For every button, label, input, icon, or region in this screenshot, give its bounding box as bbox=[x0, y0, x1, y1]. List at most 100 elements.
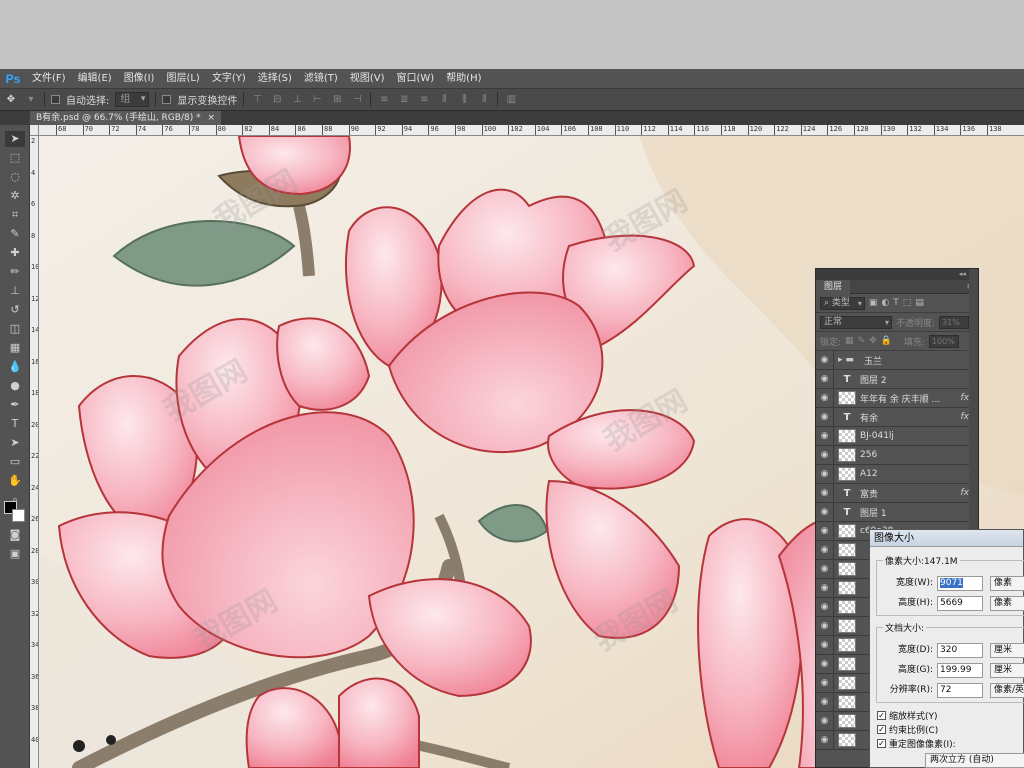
menu-item[interactable]: 视图(V) bbox=[344, 69, 391, 88]
menu-item[interactable]: 滤镜(T) bbox=[298, 69, 344, 88]
menu-item[interactable]: 图层(L) bbox=[160, 69, 205, 88]
opacity-input[interactable]: 31% bbox=[939, 315, 970, 329]
align-top-icon[interactable]: ⊤ bbox=[250, 93, 264, 107]
fill-input[interactable]: 100% bbox=[928, 334, 959, 348]
align-right-icon[interactable]: ⊣ bbox=[350, 93, 364, 107]
scale-styles-checkbox[interactable]: ✓ bbox=[877, 711, 886, 720]
visibility-eye-icon[interactable]: ◉ bbox=[816, 388, 834, 408]
close-tab-icon[interactable]: × bbox=[207, 113, 215, 123]
align-vcenter-icon[interactable]: ⊟ bbox=[270, 93, 284, 107]
magic-wand-tool-icon[interactable]: ✲ bbox=[5, 188, 25, 204]
marquee-tool-icon[interactable]: ⬚ bbox=[5, 150, 25, 166]
filter-type-icon[interactable]: T bbox=[893, 298, 899, 308]
ruler-horizontal[interactable]: 68 70 72 74 76 78 80 82 84 86 88 90 92 94 96 98 100 102 10… bbox=[39, 125, 1024, 136]
document-tab[interactable]: B有余.psd @ 66.7% (手绘山, RGB/8) * × bbox=[30, 111, 222, 125]
visibility-eye-icon[interactable]: ◉ bbox=[816, 464, 834, 484]
visibility-eye-icon[interactable]: ◉ bbox=[816, 407, 834, 427]
visibility-eye-icon[interactable]: ◉ bbox=[816, 730, 834, 750]
visibility-eye-icon[interactable]: ◉ bbox=[816, 540, 834, 560]
layer-effects-icon[interactable]: fx bbox=[961, 393, 970, 403]
show-transform-checkbox[interactable] bbox=[162, 95, 172, 104]
auto-align-icon[interactable]: ▥ bbox=[504, 93, 518, 107]
visibility-eye-icon[interactable]: ◉ bbox=[816, 502, 834, 522]
resample-checkbox[interactable]: ✓ bbox=[877, 739, 886, 748]
menu-item[interactable]: 文件(F) bbox=[26, 69, 72, 88]
layer-row[interactable]: ◉ ▸ ▬ 玉兰 bbox=[816, 350, 978, 370]
constrain-checkbox[interactable]: ✓ bbox=[877, 725, 886, 734]
pen-tool-icon[interactable]: ✒ bbox=[5, 397, 25, 413]
visibility-eye-icon[interactable]: ◉ bbox=[816, 426, 834, 446]
visibility-eye-icon[interactable]: ◉ bbox=[816, 369, 834, 389]
gradient-tool-icon[interactable]: ▦ bbox=[5, 340, 25, 356]
distribute-right-icon[interactable]: ⦀ bbox=[477, 93, 491, 107]
filter-shape-icon[interactable]: ⬚ bbox=[903, 298, 912, 308]
visibility-eye-icon[interactable]: ◉ bbox=[816, 635, 834, 655]
align-hcenter-icon[interactable]: ⊞ bbox=[330, 93, 344, 107]
path-selection-tool-icon[interactable]: ➤ bbox=[5, 435, 25, 451]
distribute-top-icon[interactable]: ≡ bbox=[377, 93, 391, 107]
width-input[interactable]: 9071 bbox=[937, 576, 983, 591]
eyedropper-tool-icon[interactable]: ✎ bbox=[5, 226, 25, 242]
layer-effects-icon[interactable]: fx bbox=[961, 412, 970, 422]
rectangle-tool-icon[interactable]: ▭ bbox=[5, 454, 25, 470]
doc-height-input[interactable]: 199.99 bbox=[937, 663, 983, 678]
layer-effects-icon[interactable]: fx bbox=[961, 488, 970, 498]
eraser-tool-icon[interactable]: ◫ bbox=[5, 321, 25, 337]
menu-item[interactable]: 图像(I) bbox=[118, 69, 161, 88]
visibility-eye-icon[interactable]: ◉ bbox=[816, 483, 834, 503]
menu-item[interactable]: 帮助(H) bbox=[440, 69, 487, 88]
lock-all-icon[interactable]: 🔒 bbox=[881, 336, 892, 346]
hand-tool-icon[interactable]: ✋ bbox=[5, 473, 25, 489]
distribute-vcenter-icon[interactable]: ≣ bbox=[397, 93, 411, 107]
auto-select-checkbox[interactable] bbox=[51, 95, 60, 104]
visibility-eye-icon[interactable]: ◉ bbox=[816, 711, 834, 731]
menu-item[interactable]: 选择(S) bbox=[252, 69, 298, 88]
visibility-eye-icon[interactable]: ◉ bbox=[816, 521, 834, 541]
doc-height-unit-dropdown[interactable]: 厘米 bbox=[990, 663, 1024, 678]
healing-brush-tool-icon[interactable]: ✚ bbox=[5, 245, 25, 261]
move-tool-icon[interactable]: ➤ bbox=[5, 131, 25, 147]
doc-width-input[interactable]: 320 bbox=[937, 643, 983, 658]
filter-adjustment-icon[interactable]: ◐ bbox=[881, 298, 889, 308]
background-color[interactable] bbox=[12, 509, 25, 522]
dodge-tool-icon[interactable]: ● bbox=[5, 378, 25, 394]
filter-pixel-icon[interactable]: ▣ bbox=[869, 298, 878, 308]
lock-position-icon[interactable]: ✥ bbox=[869, 336, 877, 346]
resample-method-dropdown[interactable]: 两次立方 (自动) bbox=[925, 753, 1024, 768]
visibility-eye-icon[interactable]: ◉ bbox=[816, 673, 834, 693]
resample-option[interactable]: ✓ 重定图像像素(I): bbox=[877, 737, 956, 750]
layer-row[interactable]: ◉ T 有余 fx bbox=[816, 407, 978, 427]
visibility-eye-icon[interactable]: ◉ bbox=[816, 445, 834, 465]
lock-transparent-icon[interactable]: ▦ bbox=[845, 336, 854, 346]
doc-width-unit-dropdown[interactable]: 厘米 bbox=[990, 643, 1024, 658]
filter-smart-object-icon[interactable]: ▤ bbox=[915, 298, 924, 308]
tool-preset-chevron-icon[interactable]: ▾ bbox=[24, 93, 38, 107]
blend-mode-dropdown[interactable]: 正常 bbox=[820, 315, 892, 329]
visibility-eye-icon[interactable]: ◉ bbox=[816, 559, 834, 579]
clone-stamp-tool-icon[interactable]: ⊥ bbox=[5, 283, 25, 299]
blur-tool-icon[interactable]: 💧 bbox=[5, 359, 25, 375]
type-tool-icon[interactable]: T bbox=[5, 416, 25, 432]
tab-layers[interactable]: 图层 bbox=[816, 279, 851, 294]
layer-row[interactable]: ◉ 256 bbox=[816, 445, 978, 465]
history-brush-tool-icon[interactable]: ↺ bbox=[5, 302, 25, 318]
align-bottom-icon[interactable]: ⊥ bbox=[290, 93, 304, 107]
height-input[interactable]: 5669 bbox=[937, 596, 983, 611]
distribute-bottom-icon[interactable]: ≡ bbox=[417, 93, 431, 107]
color-swatches[interactable] bbox=[4, 501, 26, 523]
resolution-input[interactable]: 72 bbox=[937, 683, 983, 698]
distribute-left-icon[interactable]: ⦀ bbox=[437, 93, 451, 107]
quick-mask-icon[interactable]: ◙ bbox=[5, 527, 25, 543]
width-unit-dropdown[interactable]: 像素 bbox=[990, 576, 1024, 591]
constrain-option[interactable]: ✓ 约束比例(C) bbox=[877, 723, 938, 736]
ruler-vertical[interactable]: 2 4 6 8 10 12 14 16 18 20 22 24 26 28 30 32 34 36 38 40 bbox=[30, 136, 39, 768]
align-left-icon[interactable]: ⊢ bbox=[310, 93, 324, 107]
layer-row[interactable]: ◉ T 富贵 fx bbox=[816, 483, 978, 503]
move-tool-icon[interactable]: ✥ bbox=[4, 93, 18, 107]
layer-row[interactable]: ◉ T 图层 1 bbox=[816, 502, 978, 522]
lock-pixels-icon[interactable]: ✎ bbox=[858, 336, 866, 346]
auto-select-dropdown[interactable]: 组 bbox=[115, 92, 150, 107]
menu-item[interactable]: 文字(Y) bbox=[206, 69, 252, 88]
visibility-eye-icon[interactable]: ◉ bbox=[816, 597, 834, 617]
menu-item[interactable]: 编辑(E) bbox=[72, 69, 118, 88]
